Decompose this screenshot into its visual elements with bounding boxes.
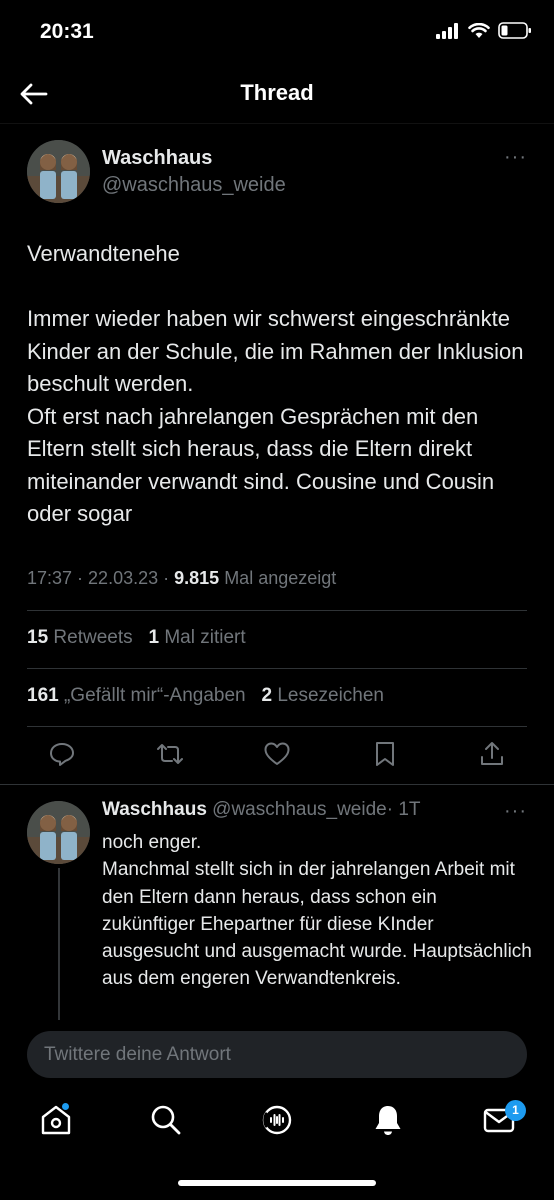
thread-line — [58, 868, 60, 1020]
view-label: Mal angezeigt — [224, 568, 337, 588]
signal-icon — [436, 22, 458, 39]
quote-label: Mal zitiert — [164, 627, 246, 648]
reply-icon[interactable] — [48, 740, 76, 768]
likes-stat[interactable]: 161 „Gefällt mir“-Angaben — [27, 685, 246, 706]
bookmarks-stat[interactable]: 2 Lesezeichen — [261, 685, 384, 706]
divider — [27, 610, 527, 611]
reply-author-handle[interactable]: @waschhaus_weide — [212, 799, 387, 820]
author-name[interactable]: Waschhaus — [102, 147, 212, 170]
wifi-icon — [468, 22, 490, 38]
like-icon[interactable] — [263, 740, 291, 768]
reply-avatar[interactable] — [27, 801, 90, 864]
spaces-icon[interactable] — [259, 1102, 295, 1138]
avatar-image — [27, 140, 90, 203]
tweet-meta: 17:37 · 22.03.23 · 9.815 Mal angezeigt — [27, 568, 337, 588]
notifications-icon[interactable] — [370, 1102, 406, 1138]
retweet-label: Retweets — [53, 627, 133, 648]
messages-badge: 1 — [505, 1100, 526, 1121]
status-icons — [436, 22, 532, 39]
reply-input[interactable]: Twittere deine Antwort — [27, 1031, 527, 1078]
section-divider — [0, 784, 554, 785]
retweet-stat[interactable]: 15 Retweets — [27, 627, 133, 648]
search-icon[interactable] — [148, 1102, 184, 1138]
battery-icon — [498, 22, 531, 39]
home-new-dot — [62, 1103, 69, 1110]
page-title: Thread — [240, 80, 314, 105]
header-divider — [0, 123, 554, 124]
divider — [27, 726, 527, 727]
stats-row: 161 „Gefällt mir“-Angaben 2 Lesezeichen — [27, 685, 384, 707]
retweet-icon[interactable] — [156, 740, 184, 768]
bookmarks-count: 2 — [261, 685, 273, 706]
bookmarks-label: Lesezeichen — [277, 685, 385, 706]
reply-placeholder: Twittere deine Antwort — [44, 1043, 231, 1065]
reply-age[interactable]: · 1T — [387, 799, 421, 820]
quote-count: 1 — [148, 627, 160, 648]
quote-stat[interactable]: 1 Mal zitiert — [148, 627, 245, 648]
more-options-icon[interactable]: ··· — [504, 146, 527, 169]
likes-count: 161 — [27, 685, 59, 706]
retweet-count: 15 — [27, 627, 49, 648]
tweet-actions — [30, 740, 524, 768]
bookmark-icon[interactable] — [371, 740, 399, 768]
divider — [27, 668, 527, 669]
stats-row: 15 Retweets 1 Mal zitiert — [27, 627, 246, 649]
tweet-time[interactable]: 17:37 — [27, 568, 72, 588]
tweet-text: Verwandtenehe Immer wieder haben wir sch… — [27, 241, 524, 526]
reply-more-options-icon[interactable]: ··· — [504, 800, 527, 823]
view-count: 9.815 — [174, 568, 220, 588]
avatar[interactable] — [27, 140, 90, 203]
tweet-date[interactable]: 22.03.23 — [88, 568, 158, 588]
author-handle[interactable]: @waschhaus_weide — [102, 174, 286, 197]
reply-author-name[interactable]: Waschhaus — [102, 799, 207, 820]
reply-header: Waschhaus @waschhaus_weide· 1T — [102, 799, 421, 821]
home-indicator[interactable] — [178, 1180, 376, 1186]
status-time: 20:31 — [40, 20, 94, 43]
share-icon[interactable] — [478, 740, 506, 768]
reply-text: noch enger. Manchmal stellt sich in der … — [102, 832, 532, 990]
likes-label: „Gefällt mir“-Angaben — [63, 685, 246, 706]
avatar-image — [27, 801, 90, 864]
